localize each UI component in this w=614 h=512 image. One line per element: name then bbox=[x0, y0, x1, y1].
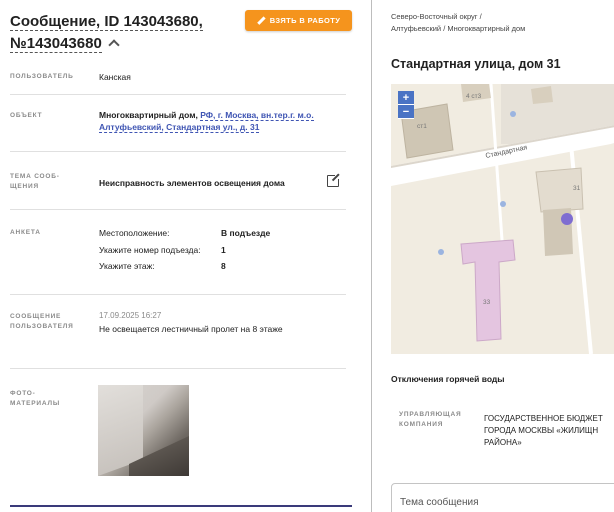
survey-row: Местоположение: В подъезде bbox=[99, 228, 271, 238]
map-building-label: 4 ст3 bbox=[466, 93, 482, 100]
pencil-icon bbox=[257, 17, 265, 25]
hot-water-outages-heading: Отключения горячей воды bbox=[391, 374, 505, 384]
breadcrumb: Северо-Восточный округ / Алтуфьевский / … bbox=[391, 12, 526, 33]
zoom-out-button[interactable]: − bbox=[398, 105, 414, 119]
user-value: Канская bbox=[99, 72, 131, 82]
divider bbox=[10, 94, 346, 95]
divider bbox=[10, 368, 346, 369]
survey-label: АНКЕТА bbox=[10, 229, 41, 236]
user-label: ПОЛЬЗОВАТЕЛЬ bbox=[10, 73, 74, 80]
map-zoom-controls: + − bbox=[398, 91, 414, 119]
survey-row: Укажите номер подъезда: 1 bbox=[99, 245, 226, 255]
survey-row: Укажите этаж: 8 bbox=[99, 261, 226, 271]
message-date: 17.09.2025 16:27 bbox=[99, 311, 162, 320]
map[interactable]: Стандартная 4 ст3 ст1 31 33 + − bbox=[391, 84, 614, 354]
take-to-work-button[interactable]: ВЗЯТЬ В РАБОТУ bbox=[245, 10, 352, 31]
address-title: Стандартная улица, дом 31 bbox=[391, 57, 561, 71]
map-canvas: Стандартная 4 ст3 ст1 31 33 bbox=[391, 84, 614, 354]
divider bbox=[10, 209, 346, 210]
divider bbox=[10, 151, 346, 152]
map-building-label: 33 bbox=[483, 299, 491, 306]
info-panel: Северо-Восточный округ / Алтуфьевский / … bbox=[372, 0, 614, 512]
management-company-value: ГОСУДАРСТВЕННОЕ БЮДЖЕТ ГОРОДА МОСКВЫ «ЖИ… bbox=[484, 414, 603, 447]
open-external-icon[interactable] bbox=[327, 173, 341, 187]
topic-value: Неисправность элементов освещения дома bbox=[99, 178, 285, 188]
divider bbox=[10, 294, 346, 295]
message-panel: Сообщение, ID 143043680, №143043680 ВЗЯТ… bbox=[0, 0, 362, 512]
message-subject-field[interactable]: Тема сообщения bbox=[391, 483, 614, 512]
topic-label: ТЕМА СООБ- ЩЕНИЯ bbox=[10, 173, 60, 190]
divider bbox=[10, 505, 352, 507]
map-building-label: ст1 bbox=[417, 123, 427, 130]
management-company-label: УПРАВЛЯЮЩАЯ КОМПАНИЯ bbox=[399, 411, 462, 428]
photos-label: ФОТО- МАТЕРИАЛЫ bbox=[10, 390, 60, 407]
object-label: ОБЪЕКТ bbox=[10, 112, 43, 119]
zoom-in-button[interactable]: + bbox=[398, 91, 414, 105]
message-text: Не освещается лестничный пролет на 8 эта… bbox=[99, 324, 283, 334]
object-value: Многоквартирный дом, РФ, г. Москва, вн.т… bbox=[99, 110, 314, 133]
map-building-label: 31 bbox=[573, 185, 581, 192]
message-title[interactable]: Сообщение, ID 143043680, №143043680 bbox=[10, 11, 235, 55]
photo-thumbnail[interactable] bbox=[98, 385, 189, 476]
chevron-up-icon[interactable] bbox=[108, 39, 120, 51]
user-message-label: СООБЩЕНИЕ ПОЛЬЗОВАТЕЛЯ bbox=[10, 313, 74, 330]
